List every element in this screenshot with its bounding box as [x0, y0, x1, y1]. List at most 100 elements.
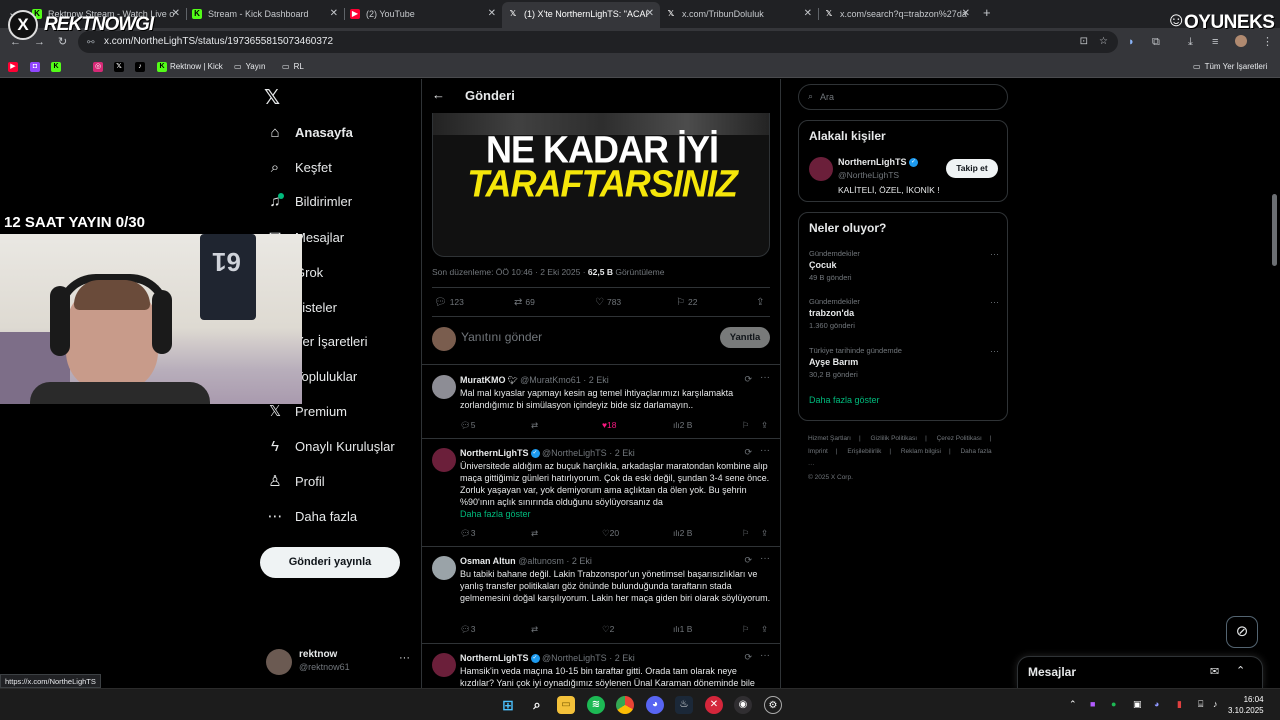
tray-app-icon[interactable]: ▣: [1133, 699, 1142, 710]
repost-icon[interactable]: ⇄: [531, 420, 538, 431]
tab-3[interactable]: ▶ (2) YouTube ✕: [344, 4, 502, 24]
like-count-liked[interactable]: ♥ 18: [602, 420, 617, 430]
repost-icon[interactable]: ⇄: [531, 624, 538, 635]
more-dots-icon[interactable]: ···: [760, 650, 770, 661]
author-name[interactable]: Osman Altun: [460, 556, 516, 566]
share-icon[interactable]: ⇪: [761, 528, 768, 539]
bookmark-tiktok[interactable]: ♪: [135, 60, 148, 74]
bookmark-x[interactable]: 𝕏: [114, 60, 127, 74]
reply-input[interactable]: Yanıtını gönder: [461, 330, 542, 344]
network-icon[interactable]: ⌸: [1198, 699, 1203, 710]
nav-profile[interactable]: ♙ Profil: [266, 469, 324, 495]
footer-link[interactable]: Çerez Politikası: [937, 435, 982, 442]
install-app-icon[interactable]: ⊡: [1080, 31, 1088, 53]
grok-explain-icon[interactable]: ⟳: [744, 652, 752, 663]
bookmark-twitch[interactable]: ◘: [30, 60, 43, 74]
extension-icon[interactable]: ◗: [1128, 35, 1135, 49]
media-control-icon[interactable]: ≡: [1212, 35, 1218, 49]
tray-app-icon[interactable]: ▮: [1177, 699, 1182, 710]
nav-more[interactable]: ⋯ Daha fazla: [266, 504, 358, 530]
tray-app-icon[interactable]: ■: [1090, 699, 1095, 709]
grok-explain-icon[interactable]: ⟳: [744, 374, 752, 385]
app-icon[interactable]: ⚙: [764, 696, 782, 714]
more-dots-icon[interactable]: ···: [760, 372, 770, 383]
views-count[interactable]: ılı 2 B: [673, 420, 692, 430]
nav-verified-orgs[interactable]: ϟ Onaylı Kuruluşlar: [266, 434, 395, 460]
like-action[interactable]: ♡ 783: [595, 297, 621, 308]
post-timestamp[interactable]: Son düzenleme: ÖÖ 10:46 · 2 Eki 2025 ·: [432, 267, 588, 277]
obs-icon[interactable]: ◉: [734, 696, 752, 714]
close-icon[interactable]: ✕: [488, 4, 496, 24]
new-tab-button[interactable]: +: [983, 6, 991, 20]
discord-icon[interactable]: ◕: [646, 696, 664, 714]
trend-item[interactable]: Gündemdekiler Çocuk 49 B gönderi ···: [809, 249, 999, 289]
download-icon[interactable]: ⤓: [1188, 35, 1193, 49]
account-switcher[interactable]: rektnow @rektnow61 ···: [266, 646, 416, 682]
footer-link[interactable]: Gizlilik Politikası: [871, 435, 918, 442]
avatar[interactable]: [809, 157, 833, 181]
all-bookmarks-folder[interactable]: ▭ Tüm Yer İşaretleri: [1193, 60, 1267, 74]
grok-explain-icon[interactable]: ⟳: [744, 555, 752, 566]
search-icon[interactable]: ⌕: [528, 696, 546, 714]
grok-explain-icon[interactable]: ⟳: [744, 447, 752, 458]
post-media-image[interactable]: NE KADAR İYİ TARAFTARSINIZ: [432, 113, 770, 257]
chrome-icon[interactable]: [616, 696, 634, 714]
related-name[interactable]: NorthernLighTS ✓: [838, 157, 919, 168]
author-name[interactable]: MuratKMO: [460, 375, 506, 385]
like-count[interactable]: ♡ 2: [602, 624, 614, 635]
spotify-icon[interactable]: ≋: [587, 696, 605, 714]
close-icon[interactable]: ✕: [804, 4, 812, 24]
search-input[interactable]: ⌕ Ara: [798, 84, 1008, 110]
footer-link[interactable]: Imprint: [808, 448, 828, 455]
bookmark-rektnow-kick[interactable]: K Rektnow | Kick: [157, 60, 223, 74]
like-count[interactable]: ♡ 20: [602, 528, 619, 539]
nav-explore[interactable]: ⌕ Keşfet: [266, 155, 332, 181]
close-icon[interactable]: ✕: [330, 4, 338, 24]
more-dots-icon[interactable]: ···: [760, 445, 770, 456]
author-name[interactable]: NorthernLighTS: [460, 653, 529, 663]
repost-action[interactable]: ⇄ 69: [514, 297, 535, 308]
tray-overflow-icon[interactable]: ⌃: [1069, 699, 1077, 710]
bookmark-action[interactable]: ⚐ 22: [676, 297, 697, 308]
reply-count[interactable]: 💬︎ 3: [460, 624, 476, 635]
more-dots-icon[interactable]: ···: [990, 297, 999, 307]
compose-message-icon[interactable]: ✉: [1210, 665, 1219, 678]
footer-link[interactable]: Erişilebilirlik: [847, 448, 881, 455]
file-explorer-icon[interactable]: ▭: [557, 696, 575, 714]
tray-discord-icon[interactable]: ◕: [1154, 699, 1159, 709]
menu-kebab-icon[interactable]: ⋮: [1262, 35, 1273, 49]
close-icon[interactable]: ✕: [962, 4, 970, 24]
close-icon[interactable]: ✕: [646, 2, 654, 26]
bookmark-folder-yayin[interactable]: ▭ Yayın: [234, 60, 265, 74]
reply-item[interactable]: MuratKMO 🐦︎ @MuratKmo61 · 2 Eki ⟳ ··· Ma…: [422, 366, 780, 439]
tab-5[interactable]: 𝕏 x.com/TribunDoluluk ✕: [660, 4, 818, 24]
views-count[interactable]: ılı 1 B: [673, 624, 692, 634]
page-scrollbar[interactable]: [1272, 194, 1277, 266]
share-action[interactable]: ⇪: [756, 297, 767, 308]
bookmark-icon[interactable]: ⚐: [742, 420, 750, 431]
volume-icon[interactable]: ♪: [1213, 699, 1218, 709]
reply-count[interactable]: 💬︎ 3: [460, 528, 476, 539]
tab-6[interactable]: 𝕏 x.com/search?q=trabzon%27da ✕: [818, 4, 976, 24]
footer-link[interactable]: Hizmet Şartları: [808, 435, 851, 442]
reply-count[interactable]: 💬︎ 5: [460, 420, 476, 431]
post-button[interactable]: Gönderi yayınla: [260, 547, 400, 578]
show-more-link[interactable]: Daha fazla göster: [809, 395, 880, 405]
bookmark-icon[interactable]: ⚐: [742, 624, 750, 635]
reply-action[interactable]: 💬︎ 123: [434, 297, 464, 308]
show-more-link[interactable]: Daha fazla göster: [460, 509, 531, 519]
system-clock[interactable]: 16:04 3.10.2025: [1228, 694, 1264, 716]
steam-icon[interactable]: ♨: [675, 696, 693, 714]
bookmark-folder-rl[interactable]: ▭ RL: [282, 60, 304, 74]
tab-2[interactable]: K Stream - Kick Dashboard ✕: [186, 4, 344, 24]
grok-floating-button[interactable]: ⊘: [1226, 616, 1258, 648]
bookmark-instagram[interactable]: ◎: [93, 60, 106, 74]
messages-drawer[interactable]: Mesajlar ✉ ⌃: [1017, 656, 1263, 688]
bookmark-icon[interactable]: ⚐: [742, 528, 750, 539]
valorant-icon[interactable]: ✕: [705, 696, 723, 714]
footer-link[interactable]: Reklam bilgisi: [901, 448, 941, 455]
author-name[interactable]: NorthernLighTS: [460, 448, 529, 458]
close-icon[interactable]: ✕: [172, 4, 180, 24]
trend-item[interactable]: Türkiye tarihinde gündemde Ayşe Barım 30…: [809, 346, 999, 386]
views-count[interactable]: ılı 2 B: [673, 528, 692, 538]
